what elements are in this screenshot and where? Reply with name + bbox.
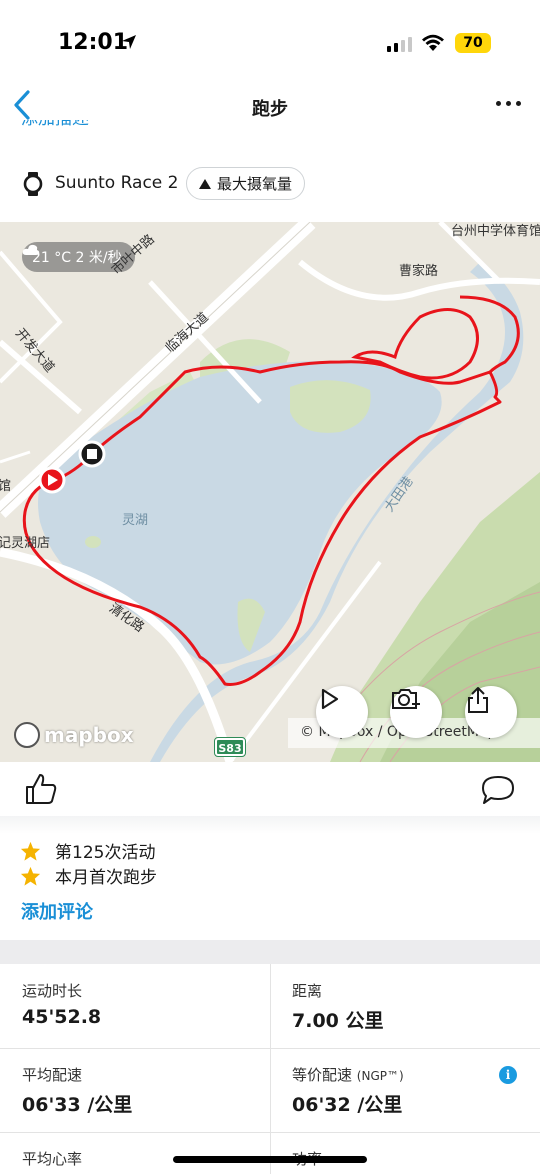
stat-value: 06'32 /公里 — [292, 1094, 403, 1116]
mapbox-logo-icon — [14, 722, 40, 748]
home-indicator — [173, 1156, 367, 1163]
stat-value: 7.00 公里 — [292, 1010, 384, 1032]
play-icon — [321, 688, 339, 710]
achievement-item: 第125次活动 — [20, 838, 155, 863]
page-title: 跑步 — [252, 99, 288, 120]
battery-indicator: 70 — [455, 33, 491, 53]
map-label-shop: 记灵湖店 — [0, 536, 51, 551]
mapbox-logo: mapbox — [14, 722, 134, 748]
vo2max-badge[interactable]: 最大摄氧量 — [186, 167, 306, 200]
map-canvas — [0, 222, 540, 762]
stats-grid: 运动时长 45'52.8 距离 7.00 公里 平均配速 06'33 /公里 等… — [0, 964, 540, 1174]
triangle-icon — [199, 178, 211, 189]
status-time: 12:01 — [58, 30, 129, 55]
comment-icon[interactable] — [480, 774, 516, 806]
stat-label: 等价配速 (NGP™) — [292, 1066, 404, 1084]
watch-icon — [23, 172, 43, 196]
vo2max-label: 最大摄氧量 — [217, 175, 293, 193]
social-actions — [0, 762, 540, 816]
add-description-link[interactable]: 添加描述 — [21, 120, 89, 136]
location-arrow-icon — [122, 35, 136, 49]
stat-avg-hr[interactable]: 平均心率 — [0, 1132, 270, 1174]
stat-power[interactable]: 功率 — [270, 1132, 540, 1174]
stat-label: 运动时长 — [22, 982, 83, 1000]
map-label-cao-jia-road: 曹家路 — [399, 264, 439, 279]
section-divider — [0, 940, 540, 964]
map-label-pinyin: 馆 — [0, 479, 12, 494]
more-options-icon[interactable] — [496, 101, 521, 106]
star-icon — [20, 841, 41, 861]
add-photo-button[interactable] — [390, 686, 442, 738]
stat-value: 06'33 /公里 — [22, 1094, 133, 1116]
achievement-item: 本月首次跑步 — [20, 863, 157, 888]
stat-label: 平均心率 — [22, 1150, 83, 1168]
share-button[interactable] — [465, 686, 517, 738]
wifi-icon — [422, 34, 444, 51]
map-label-ling-lake: 灵湖 — [122, 513, 149, 528]
star-icon — [20, 866, 41, 886]
like-icon[interactable] — [24, 772, 58, 806]
camera-add-icon — [392, 689, 420, 709]
stat-label: 距离 — [292, 982, 323, 1000]
cellular-signal-icon — [387, 36, 412, 52]
info-icon[interactable]: i — [499, 1066, 517, 1084]
play-button[interactable] — [316, 686, 368, 738]
weather-cloud-icon — [22, 244, 40, 255]
route-map[interactable]: 21 °C 2 米/秒 台州中学体育馆 曹家路 市叶中路 开发大道 临海大道 灵… — [0, 222, 540, 762]
status-bar: 12:01 70 — [0, 0, 540, 88]
stat-avg-pace[interactable]: 平均配速 06'33 /公里 — [0, 1048, 270, 1132]
share-icon — [468, 687, 488, 713]
stat-distance[interactable]: 距离 7.00 公里 — [270, 964, 540, 1048]
stat-duration[interactable]: 运动时长 45'52.8 — [0, 964, 270, 1048]
stat-value: 45'52.8 — [22, 1006, 102, 1028]
achievements-section: 第125次活动 本月首次跑步 添加评论 — [0, 816, 540, 940]
stat-label: 平均配速 — [22, 1066, 83, 1084]
map-label-school: 台州中学体育馆 — [451, 224, 540, 239]
device-name: Suunto Race 2 — [55, 173, 179, 193]
highway-s83-shield: S83 — [214, 737, 246, 757]
stat-ngp[interactable]: 等价配速 (NGP™) 06'32 /公里 — [270, 1048, 540, 1132]
add-comment-link[interactable]: 添加评论 — [21, 898, 93, 924]
